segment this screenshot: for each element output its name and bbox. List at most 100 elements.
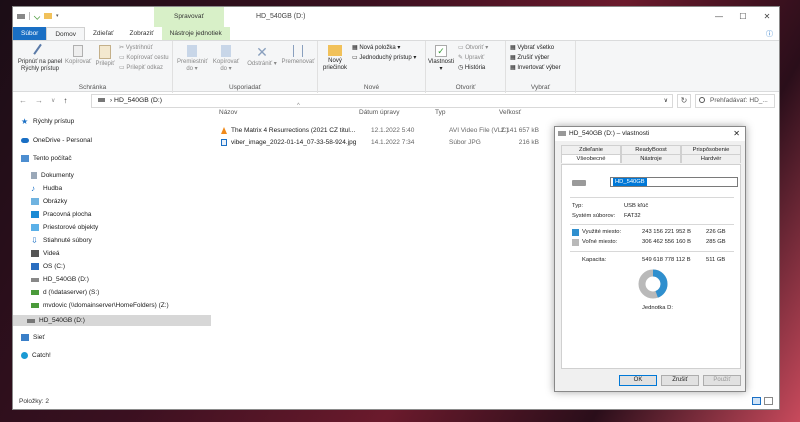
nav-item-videos[interactable]: Videá: [31, 248, 60, 259]
free-space-label: Voľné miesto:: [582, 239, 618, 245]
maximize-button[interactable]: ☐: [731, 7, 755, 27]
general-panel: HD_540GB Typ: USB kľúč Systém súborov: F…: [561, 164, 741, 369]
nav-item-network-s[interactable]: d (\\dataserver) (S:): [31, 287, 99, 298]
window-title: HD_540GB (D:): [256, 13, 306, 20]
properties-check-icon[interactable]: [33, 12, 41, 20]
breadcrumb-chevron-icon[interactable]: ›: [110, 97, 112, 104]
tab-file[interactable]: Súbor: [13, 27, 47, 40]
address-dropdown-icon[interactable]: ∨: [664, 95, 668, 107]
navigation-pane: ★ Rýchly prístup OneDrive - Personal Ten…: [13, 112, 213, 392]
edit-button[interactable]: ✎ Upraviť: [458, 55, 484, 62]
tab-drive-tools[interactable]: Nástroje jednotiek: [161, 27, 230, 40]
new-folder-button[interactable]: Nový priečinok: [320, 45, 350, 72]
nav-item-network[interactable]: Sieť: [21, 332, 45, 343]
new-item-button[interactable]: ▦ Nová položka ▾: [352, 45, 400, 52]
tab-share[interactable]: Zdieľať: [85, 27, 122, 40]
refresh-button[interactable]: ↻: [677, 94, 691, 108]
tab-tools[interactable]: Nástroje: [621, 154, 681, 163]
free-space-gb: 285 GB: [706, 239, 726, 245]
image-file-icon: [221, 139, 227, 146]
used-space-label: Využité miesto:: [582, 229, 622, 235]
tab-general[interactable]: Všeobecné: [561, 154, 621, 163]
delete-button[interactable]: ✕ Odstrániť ▾: [247, 45, 277, 68]
nav-item-downloads[interactable]: ⇩ Stiahnuté súbory: [31, 235, 92, 246]
new-folder-icon: [328, 45, 342, 56]
recent-chevron-icon[interactable]: ∨: [51, 96, 55, 106]
tab-hardware[interactable]: Hardvér: [681, 154, 741, 163]
view-toggle: [752, 397, 773, 405]
dialog-title-bar: HD_540GB (D:) – vlastnosti ✕: [555, 127, 745, 141]
nav-item-os-c[interactable]: OS (C:): [31, 261, 65, 272]
new-group: Nový priečinok ▦ Nová položka ▾ ▭ Jednod…: [318, 41, 426, 93]
chevron-down-icon[interactable]: ▾: [56, 13, 59, 19]
sort-chevron-icon: ^: [297, 103, 300, 109]
nav-item-3d-objects[interactable]: Priestorové objekty: [31, 222, 98, 233]
file-size: 2 141 657 kB: [500, 127, 539, 134]
tab-sharing[interactable]: Zdieľanie: [561, 145, 621, 154]
copy-path-button[interactable]: ▭ Kopírovať cestu: [119, 55, 169, 62]
nav-item-pictures[interactable]: Obrázky: [31, 196, 67, 207]
table-row[interactable]: The Matrix 4 Resurrections (2021 CZ titu…: [221, 125, 541, 136]
column-header-name[interactable]: Názov: [219, 109, 237, 116]
pin-quick-access-button[interactable]: Pripnúť na panel Rýchly prístup: [15, 43, 65, 73]
apply-button[interactable]: Použiť: [703, 375, 741, 386]
history-button[interactable]: ◷ História: [458, 65, 485, 72]
copy-button[interactable]: Kopírovať: [65, 45, 91, 66]
column-header-type[interactable]: Typ: [435, 109, 445, 116]
star-icon: ★: [21, 117, 29, 126]
nav-item-catch[interactable]: Catch!: [21, 350, 51, 361]
nav-item-hd-d[interactable]: HD_540GB (D:): [31, 274, 89, 285]
large-icons-view-icon[interactable]: [764, 397, 773, 405]
nav-item-this-pc[interactable]: Tento počítač: [21, 153, 72, 164]
capacity-bytes: 549 618 778 112 B: [642, 257, 691, 263]
nav-item-documents[interactable]: Dokumenty: [31, 170, 74, 181]
tab-view[interactable]: Zobraziť: [122, 27, 162, 40]
nav-item-music[interactable]: ♪ Hudba: [31, 183, 62, 194]
status-bar-text: Položky: 2: [19, 398, 49, 405]
tab-customize[interactable]: Prispôsobenie: [681, 145, 741, 154]
cut-button[interactable]: ✂ Vystrihnúť: [119, 45, 153, 52]
minimize-button[interactable]: —: [707, 7, 731, 27]
organize-group: Premiestniť do ▾ Kopírovať do ▾ ✕ Odstrá…: [173, 41, 318, 93]
nav-item-onedrive[interactable]: OneDrive - Personal: [21, 135, 92, 146]
search-input[interactable]: Prehľadávať: HD_...: [695, 94, 775, 108]
properties-button[interactable]: ✓ Vlastnosti ▾: [428, 45, 454, 73]
free-space-swatch: [572, 239, 579, 246]
nav-item-quick-access[interactable]: ★ Rýchly prístup: [21, 116, 74, 127]
column-header-date[interactable]: Dátum úpravy: [359, 109, 399, 116]
table-row[interactable]: viber_image_2022-01-14_07-33-58-924.jpg …: [221, 137, 541, 148]
close-button[interactable]: ✕: [755, 7, 779, 27]
paste-shortcut-button[interactable]: ▭ Prilepiť odkaz: [119, 65, 163, 72]
select-all-button[interactable]: ▦ Vybrať všetko: [510, 45, 554, 52]
tab-readyboost[interactable]: ReadyBoost: [621, 145, 681, 154]
easy-access-button[interactable]: ▭ Jednoduchý prístup ▾: [352, 55, 416, 62]
invert-selection-button[interactable]: ▦ Invertovať výber: [510, 65, 561, 72]
help-icon[interactable]: ⓘ: [766, 29, 773, 39]
column-header-size[interactable]: Veľkosť: [499, 109, 521, 116]
ok-button[interactable]: OK: [619, 375, 657, 386]
file-list: ^ Názov Dátum úpravy Typ Veľkosť The Mat…: [213, 103, 543, 395]
up-arrow-icon[interactable]: ↑: [63, 96, 67, 106]
nav-item-network-z[interactable]: mvdovic (\\domainserver\HomeFolders) (Z:…: [31, 300, 169, 311]
paste-button[interactable]: Prilepiť: [93, 45, 117, 68]
details-view-icon[interactable]: [752, 397, 761, 405]
nav-item-desktop[interactable]: Pracovná plocha: [31, 209, 91, 220]
open-button[interactable]: ▭ Otvoriť ▾: [458, 45, 488, 52]
back-arrow-icon[interactable]: ←: [19, 96, 27, 106]
file-date: 12.1.2022 5:40: [371, 127, 415, 134]
copy-to-button[interactable]: Kopírovať do ▾: [211, 45, 241, 73]
select-none-button[interactable]: ▦ Zrušiť výber: [510, 55, 549, 62]
forward-arrow-icon[interactable]: →: [35, 96, 43, 106]
tab-home[interactable]: Domov: [46, 27, 85, 40]
nav-item-hd-d-selected[interactable]: HD_540GB (D:): [13, 315, 211, 326]
rename-button[interactable]: Premenovať: [281, 45, 315, 66]
file-size: 216 kB: [518, 139, 539, 146]
select-group-label: Vybrať: [530, 84, 551, 91]
move-to-button[interactable]: Premiestniť do ▾: [177, 45, 208, 73]
new-group-label: Nové: [363, 84, 380, 91]
cancel-button[interactable]: Zrušiť: [661, 375, 699, 386]
drive-name-input[interactable]: HD_540GB: [610, 177, 738, 187]
new-folder-small-icon[interactable]: [44, 13, 52, 19]
close-icon[interactable]: ✕: [733, 127, 740, 141]
divider: [570, 197, 734, 198]
